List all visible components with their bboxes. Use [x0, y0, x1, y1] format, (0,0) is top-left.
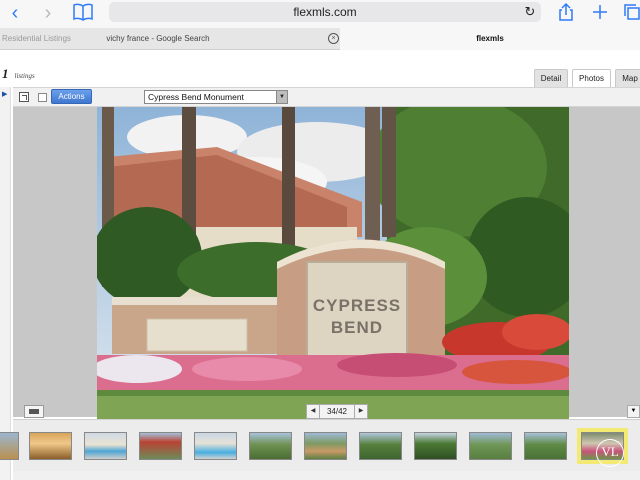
listing-count-number: 1 — [2, 66, 9, 81]
thumbnail[interactable] — [359, 432, 402, 460]
share-icon[interactable] — [554, 2, 578, 24]
thumbnail[interactable] — [414, 432, 457, 460]
bottom-bar — [13, 471, 640, 480]
photo-viewer: CYPRESS BEND ◀ 34/42 ▶ ▼ — [13, 107, 640, 419]
thumbnail[interactable] — [249, 432, 292, 460]
close-icon[interactable]: × — [328, 33, 339, 44]
tab-photos[interactable]: Photos — [572, 69, 611, 87]
chevron-left-icon[interactable]: ‹ — [3, 2, 27, 24]
listing-count: 1 listings — [2, 65, 35, 83]
book-icon[interactable] — [71, 3, 95, 25]
browser-tab-bar: Residential Listings vichy france - Goog… — [0, 28, 640, 50]
chevron-right-icon[interactable]: › — [36, 2, 60, 24]
chevron-down-icon[interactable]: ▼ — [276, 91, 287, 103]
play-arrow-icon[interactable]: ▶ — [2, 90, 7, 98]
thumbnail[interactable] — [469, 432, 512, 460]
screen-icon[interactable] — [24, 405, 44, 418]
tab-google-search[interactable]: vichy france - Google Search — [92, 28, 224, 50]
sign-line-1: CYPRESS — [313, 296, 401, 315]
thumbnail[interactable] — [139, 432, 182, 460]
tab-flexmls[interactable]: flexmls — [340, 28, 640, 50]
actions-button[interactable]: Actions — [51, 89, 92, 104]
vl-logo: VL — [596, 439, 624, 467]
photo-select-dropdown[interactable]: Cypress Bend Monument ▼ — [144, 90, 288, 104]
listing-photo[interactable]: CYPRESS BEND — [97, 107, 569, 419]
plus-icon[interactable] — [588, 2, 612, 24]
tab-detail[interactable]: Detail — [534, 69, 568, 87]
previous-photo-button[interactable]: ◀ — [307, 405, 320, 418]
photo-pager: ◀ 34/42 ▶ — [306, 404, 368, 419]
pager-text: 34/42 — [326, 407, 348, 416]
address-bar[interactable]: flexmls.com — [109, 2, 541, 22]
tab-map[interactable]: Map — [615, 69, 640, 87]
thumbnail-strip — [0, 419, 640, 471]
thumbnail[interactable] — [0, 432, 19, 460]
listing-count-label: listings — [14, 72, 35, 80]
browser-toolbar: ‹ › flexmls.com ↻ — [0, 0, 640, 28]
expand-icon[interactable] — [19, 92, 29, 102]
thumbnail[interactable] — [194, 432, 237, 460]
reload-icon[interactable]: ↻ — [521, 2, 539, 22]
page-content: 1 listings Detail Photos Map ▶ Actions C… — [0, 50, 640, 480]
thumbnail[interactable] — [84, 432, 127, 460]
listing-toolbar: Actions Cypress Bend Monument ▼ — [13, 87, 640, 107]
photo-select-value: Cypress Bend Monument — [148, 92, 244, 102]
thumbnail[interactable] — [29, 432, 72, 460]
scroll-down-button[interactable]: ▼ — [627, 405, 640, 418]
next-photo-button[interactable]: ▶ — [354, 405, 367, 418]
url-text: flexmls.com — [293, 5, 357, 19]
left-rail: ▶ — [0, 87, 11, 480]
thumbnail[interactable] — [304, 432, 347, 460]
sign-line-2: BEND — [331, 318, 383, 337]
tabs-icon[interactable] — [620, 2, 640, 24]
select-all-checkbox[interactable] — [38, 93, 47, 102]
thumbnail[interactable] — [524, 432, 567, 460]
tab-residential-listings[interactable]: Residential Listings — [0, 28, 90, 50]
